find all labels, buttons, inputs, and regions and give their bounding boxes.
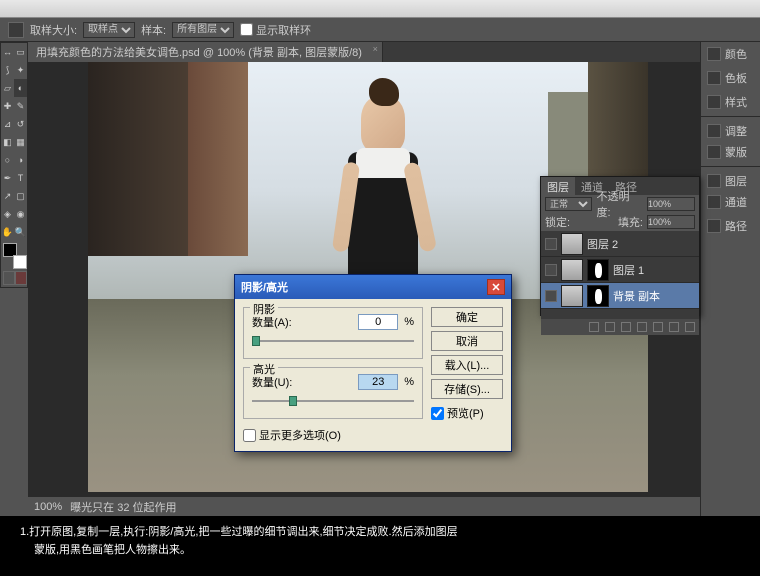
- 3d-cam-tool[interactable]: ◉: [14, 205, 27, 223]
- new-layer-icon[interactable]: [669, 322, 679, 332]
- visibility-icon[interactable]: [545, 238, 557, 250]
- quickmask-toggle[interactable]: [3, 271, 27, 285]
- sample-label: 样本:: [141, 22, 166, 38]
- pen-tool[interactable]: ✒: [1, 169, 14, 187]
- close-button[interactable]: ✕: [487, 279, 505, 295]
- color-wells[interactable]: [3, 243, 27, 269]
- layer-thumb[interactable]: [561, 259, 583, 281]
- close-tab-icon[interactable]: ×: [373, 44, 378, 54]
- visibility-icon[interactable]: [545, 290, 557, 302]
- toolbox: ↔▭ ⟆✦ ▱◐ ✚✎ ⊿↺ ◧▦ ○◑ ✒T ↗▢ ◈◉ ✋🔍: [0, 42, 28, 288]
- blend-mode-select[interactable]: 正常: [545, 197, 592, 211]
- dialog-title: 阴影/高光: [241, 279, 288, 295]
- crop-tool[interactable]: ▱: [1, 79, 14, 97]
- brush-tool[interactable]: ✎: [14, 97, 27, 115]
- show-ring-checkbox[interactable]: 显示取样环: [240, 22, 311, 38]
- shadows-amount-input[interactable]: [358, 314, 398, 330]
- fill-input[interactable]: [647, 215, 695, 229]
- options-bar: 取样大小: 取样点 样本: 所有图层 显示取样环: [0, 18, 760, 42]
- panel-color[interactable]: 颜色: [701, 42, 760, 66]
- sample-select[interactable]: 所有图层: [172, 22, 234, 38]
- eyedropper-tool-icon[interactable]: [8, 22, 24, 38]
- layers-footer: [541, 319, 699, 335]
- hand-tool[interactable]: ✋: [1, 223, 14, 241]
- shadows-group: 阴影 数量(A):%: [243, 307, 423, 359]
- panel-channels[interactable]: 通道: [701, 190, 760, 214]
- sample-size-label: 取样大小:: [30, 22, 77, 38]
- zoom-level[interactable]: 100%: [34, 501, 62, 513]
- layer-list: 图层 2 图层 1 背景 副本: [541, 231, 699, 319]
- panel-layers[interactable]: 图层: [701, 166, 760, 190]
- eraser-tool[interactable]: ◧: [1, 133, 14, 151]
- layer-mask-thumb[interactable]: [587, 259, 609, 281]
- panel-adjustments[interactable]: 调整: [701, 116, 760, 140]
- visibility-icon[interactable]: [545, 264, 557, 276]
- layer-thumb[interactable]: [561, 233, 583, 255]
- path-tool[interactable]: ↗: [1, 187, 14, 205]
- tab-layers[interactable]: 图层: [541, 177, 575, 195]
- dodge-tool[interactable]: ◑: [14, 151, 27, 169]
- fx-icon[interactable]: [605, 322, 615, 332]
- show-more-checkbox[interactable]: 显示更多选项(O): [243, 427, 423, 443]
- lock-label: 锁定:: [545, 214, 570, 230]
- trash-icon[interactable]: [685, 322, 695, 332]
- tutorial-caption: 1.打开原图,复制一层,执行:阴影/高光,把一些过曝的细节调出来,细节决定成败.…: [0, 516, 760, 576]
- background-color[interactable]: [13, 255, 27, 269]
- blur-tool[interactable]: ○: [1, 151, 14, 169]
- right-sidebar: 颜色 色板 样式 调整 蒙版 图层 通道 路径: [700, 42, 760, 516]
- stamp-tool[interactable]: ⊿: [1, 115, 14, 133]
- highlights-amount-input[interactable]: [358, 374, 398, 390]
- group-icon[interactable]: [653, 322, 663, 332]
- zoom-tool[interactable]: 🔍: [14, 223, 27, 241]
- gradient-tool[interactable]: ▦: [14, 133, 27, 151]
- shadows-legend: 阴影: [250, 301, 278, 317]
- highlights-legend: 高光: [250, 361, 278, 377]
- dialog-titlebar[interactable]: 阴影/高光 ✕: [235, 275, 511, 299]
- document-tabbar: 用填充颜色的方法给美女调色.psd @ 100% (背景 副本, 图层蒙版/8)…: [28, 42, 700, 62]
- caption-line1: 1.打开原图,复制一层,执行:阴影/高光,把一些过曝的细节调出来,细节决定成败.…: [20, 524, 740, 542]
- ok-button[interactable]: 确定: [431, 307, 503, 327]
- opacity-input[interactable]: [647, 197, 695, 211]
- status-bar: 100% 曝光只在 32 位起作用: [28, 496, 700, 516]
- marquee-tool[interactable]: ▭: [14, 43, 27, 61]
- link-icon[interactable]: [589, 322, 599, 332]
- panel-swatches[interactable]: 色板: [701, 66, 760, 90]
- panel-paths[interactable]: 路径: [701, 214, 760, 238]
- shadows-highlights-dialog: 阴影/高光 ✕ 阴影 数量(A):% 高光 数量(U):% 显示更多选项(O) …: [234, 274, 512, 452]
- eyedropper-tool[interactable]: ◐: [14, 79, 27, 97]
- type-tool[interactable]: T: [14, 169, 27, 187]
- preview-checkbox[interactable]: 预览(P): [431, 405, 503, 421]
- sample-size-select[interactable]: 取样点: [83, 22, 135, 38]
- panel-styles[interactable]: 样式: [701, 90, 760, 114]
- layer-row[interactable]: 背景 副本: [541, 283, 699, 309]
- caption-line2: 蒙版,用黑色画笔把人物擦出来。: [20, 542, 740, 560]
- layer-row[interactable]: 图层 1: [541, 257, 699, 283]
- wand-tool[interactable]: ✦: [14, 61, 27, 79]
- 3d-tool[interactable]: ◈: [1, 205, 14, 223]
- shadows-slider[interactable]: [252, 334, 414, 348]
- cancel-button[interactable]: 取消: [431, 331, 503, 351]
- shape-tool[interactable]: ▢: [14, 187, 27, 205]
- layers-panel: 图层 通道 路径 正常 不透明度: 锁定: 填充: 图层 2 图层 1 背景 副…: [540, 176, 700, 316]
- mask-icon[interactable]: [621, 322, 631, 332]
- status-message: 曝光只在 32 位起作用: [70, 499, 176, 515]
- save-button[interactable]: 存储(S)...: [431, 379, 503, 399]
- menubar[interactable]: [0, 0, 760, 18]
- document-tab[interactable]: 用填充颜色的方法给美女调色.psd @ 100% (背景 副本, 图层蒙版/8)…: [28, 42, 383, 62]
- highlights-group: 高光 数量(U):%: [243, 367, 423, 419]
- layer-mask-thumb[interactable]: [587, 285, 609, 307]
- layer-row[interactable]: 图层 2: [541, 231, 699, 257]
- adj-icon[interactable]: [637, 322, 647, 332]
- highlights-slider[interactable]: [252, 394, 414, 408]
- move-tool[interactable]: ↔: [1, 43, 14, 61]
- lasso-tool[interactable]: ⟆: [1, 61, 14, 79]
- load-button[interactable]: 载入(L)...: [431, 355, 503, 375]
- history-brush-tool[interactable]: ↺: [14, 115, 27, 133]
- panel-masks[interactable]: 蒙版: [701, 140, 760, 164]
- layer-thumb[interactable]: [561, 285, 583, 307]
- fill-label: 填充:: [618, 214, 643, 230]
- photoshop-window: 取样大小: 取样点 样本: 所有图层 显示取样环 ↔▭ ⟆✦ ▱◐ ✚✎ ⊿↺ …: [0, 0, 760, 516]
- heal-tool[interactable]: ✚: [1, 97, 14, 115]
